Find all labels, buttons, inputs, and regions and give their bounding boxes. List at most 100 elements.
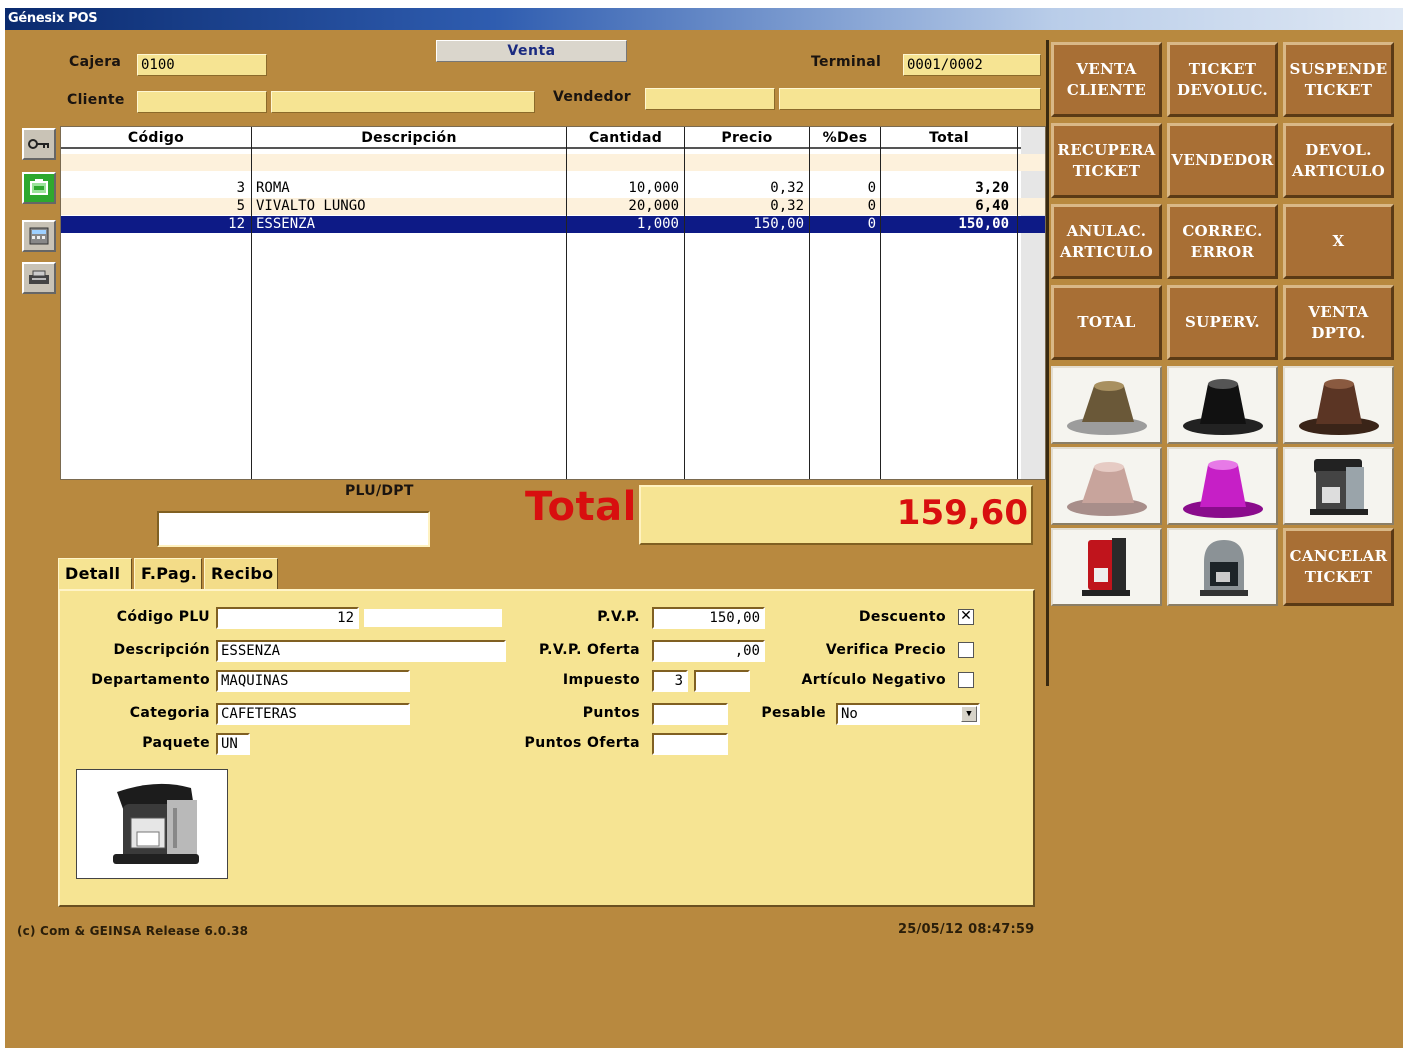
departamento-field[interactable]: MAQUINAS <box>216 670 410 692</box>
pos-window: Génesix POS Cajera 0100 Venta Terminal 0… <box>5 8 1403 1048</box>
descuento-checkbox[interactable]: ✕ <box>958 609 974 625</box>
cajera-field[interactable]: 0100 <box>137 54 267 76</box>
table-row-selected[interactable]: 12 ESSENZA 1,000 150,00 0 150,00 <box>61 216 1045 233</box>
impuesto-label: Impuesto <box>562 672 640 688</box>
ticket-grid[interactable]: Código Descripción Cantidad Precio %Des … <box>60 126 1046 480</box>
vendedor-code-field[interactable] <box>645 88 775 110</box>
total-button[interactable]: TOTAL <box>1051 285 1162 360</box>
product-tile-capsule-pink[interactable] <box>1051 447 1162 525</box>
plu-input[interactable] <box>157 511 430 547</box>
coffee-machine-icon <box>1081 538 1130 596</box>
col-total: Total <box>929 130 969 146</box>
product-tile-machine-steel[interactable] <box>1283 447 1394 525</box>
codigo-plu-field[interactable]: 12 <box>216 607 359 629</box>
cell-total: 3,20 <box>975 180 1009 196</box>
cell-total: 150,00 <box>958 216 1009 232</box>
codigo-plu-extra-field[interactable] <box>362 607 504 629</box>
codigo-plu-label: Código PLU <box>116 609 210 625</box>
coffee-machine-icon <box>1199 540 1248 596</box>
product-tile-machine-red[interactable] <box>1051 528 1162 606</box>
datetime-text: 25/05/12 08:47:59 <box>898 922 1035 937</box>
product-tile-capsule-brown[interactable] <box>1283 366 1394 444</box>
terminal-field[interactable]: 0001/0002 <box>903 54 1041 76</box>
product-image <box>76 769 228 879</box>
grid-divider <box>566 127 567 479</box>
cell-total: 6,40 <box>975 198 1009 214</box>
copyright-text: (c) Com & GEINSA Release 6.0.38 <box>17 924 249 938</box>
panel-divider <box>1046 40 1049 686</box>
tab-fpag[interactable]: F.Pag. <box>134 558 202 590</box>
chevron-down-icon[interactable]: ▼ <box>961 706 977 722</box>
product-tile-capsule-gold[interactable] <box>1051 366 1162 444</box>
venta-cliente-button[interactable]: VENTA CLIENTE <box>1051 42 1162 117</box>
grid-divider <box>251 127 252 479</box>
printer-icon[interactable] <box>22 262 56 294</box>
col-codigo: Código <box>127 130 185 146</box>
puntos-oferta-field[interactable] <box>652 733 728 755</box>
puntos-oferta-label: Puntos Oferta <box>524 735 640 751</box>
table-row[interactable]: 5 VIVALTO LUNGO 20,000 0,32 0 6,40 <box>61 198 1045 215</box>
register-icon[interactable] <box>22 172 56 204</box>
pesable-select[interactable]: No ▼ <box>836 703 980 725</box>
categoria-field[interactable]: CAFETERAS <box>216 703 410 725</box>
anulac-articulo-button[interactable]: ANULAC. ARTICULO <box>1051 204 1162 279</box>
pvp-oferta-label: P.V.P. Oferta <box>539 642 640 658</box>
cancelar-ticket-button[interactable]: CANCELAR TICKET <box>1283 528 1394 606</box>
suspende-ticket-button[interactable]: SUSPENDE TICKET <box>1283 42 1394 117</box>
vendedor-button[interactable]: VENDEDOR <box>1167 123 1278 198</box>
correc-error-button[interactable]: CORREC. ERROR <box>1167 204 1278 279</box>
total-value: 159,60 <box>639 485 1033 545</box>
verifica-precio-checkbox[interactable] <box>958 642 974 658</box>
cell-precio: 0,32 <box>770 180 804 196</box>
cell-codigo: 5 <box>236 198 245 214</box>
coffee-machine-icon <box>1309 459 1368 515</box>
table-row[interactable]: 3 ROMA 10,000 0,32 0 3,20 <box>61 180 1045 197</box>
product-tile-capsule-black[interactable] <box>1167 366 1278 444</box>
cliente-code-field[interactable] <box>137 91 267 113</box>
pvp-field[interactable]: 150,00 <box>652 607 765 629</box>
col-descripcion: Descripción <box>361 130 457 146</box>
articulo-negativo-label: Artículo Negativo <box>801 672 946 688</box>
capsule-gold-icon <box>1066 381 1147 435</box>
cliente-name-field[interactable] <box>271 91 535 113</box>
cell-cantidad: 10,000 <box>628 180 679 196</box>
close-x-button[interactable]: X <box>1283 204 1394 279</box>
cell-codigo: 3 <box>236 180 245 196</box>
cell-codigo: 12 <box>228 216 245 232</box>
paquete-label: Paquete <box>142 735 210 751</box>
puntos-label: Puntos <box>582 705 640 721</box>
col-precio: Precio <box>721 130 773 146</box>
impuesto-field[interactable]: 3 <box>652 670 688 692</box>
ticket-devoluc-button[interactable]: TICKET DEVOLUC. <box>1167 42 1278 117</box>
tab-recibo[interactable]: Recibo <box>204 558 278 590</box>
descripcion-field[interactable]: ESSENZA <box>216 640 506 662</box>
tab-detall[interactable]: Detall <box>58 558 132 592</box>
devol-articulo-button[interactable]: DEVOL. ARTICULO <box>1283 123 1394 198</box>
calculator-icon[interactable] <box>22 220 56 252</box>
terminal-label: Terminal <box>811 54 882 70</box>
recupera-ticket-button[interactable]: RECUPERA TICKET <box>1051 123 1162 198</box>
key-icon[interactable] <box>22 128 56 160</box>
pesable-label: Pesable <box>761 705 826 721</box>
verifica-precio-label: Verifica Precio <box>825 642 946 658</box>
impuesto-extra-field[interactable] <box>694 670 750 692</box>
detail-panel: Código PLU 12 Descripción ESSENZA Depart… <box>58 589 1035 907</box>
mode-indicator: Venta <box>436 40 627 62</box>
cell-precio: 150,00 <box>753 216 804 232</box>
superv-button[interactable]: SUPERV. <box>1167 285 1278 360</box>
product-tile-machine-gray[interactable] <box>1167 528 1278 606</box>
cell-cantidad: 20,000 <box>628 198 679 214</box>
venta-dpto-button[interactable]: VENTA DPTO. <box>1283 285 1394 360</box>
vendedor-name-field[interactable] <box>779 88 1041 110</box>
product-tile-capsule-magenta[interactable] <box>1167 447 1278 525</box>
pesable-value: No <box>841 706 858 722</box>
articulo-negativo-checkbox[interactable] <box>958 672 974 688</box>
grid-divider <box>809 127 810 479</box>
capsule-pink-icon <box>1066 462 1147 516</box>
paquete-field[interactable]: UN <box>216 733 250 755</box>
pvp-oferta-field[interactable]: ,00 <box>652 640 765 662</box>
total-label: Total <box>525 484 637 530</box>
cell-descripcion: ESSENZA <box>256 216 316 232</box>
descripcion-label: Descripción <box>113 642 210 658</box>
puntos-field[interactable] <box>652 703 728 725</box>
